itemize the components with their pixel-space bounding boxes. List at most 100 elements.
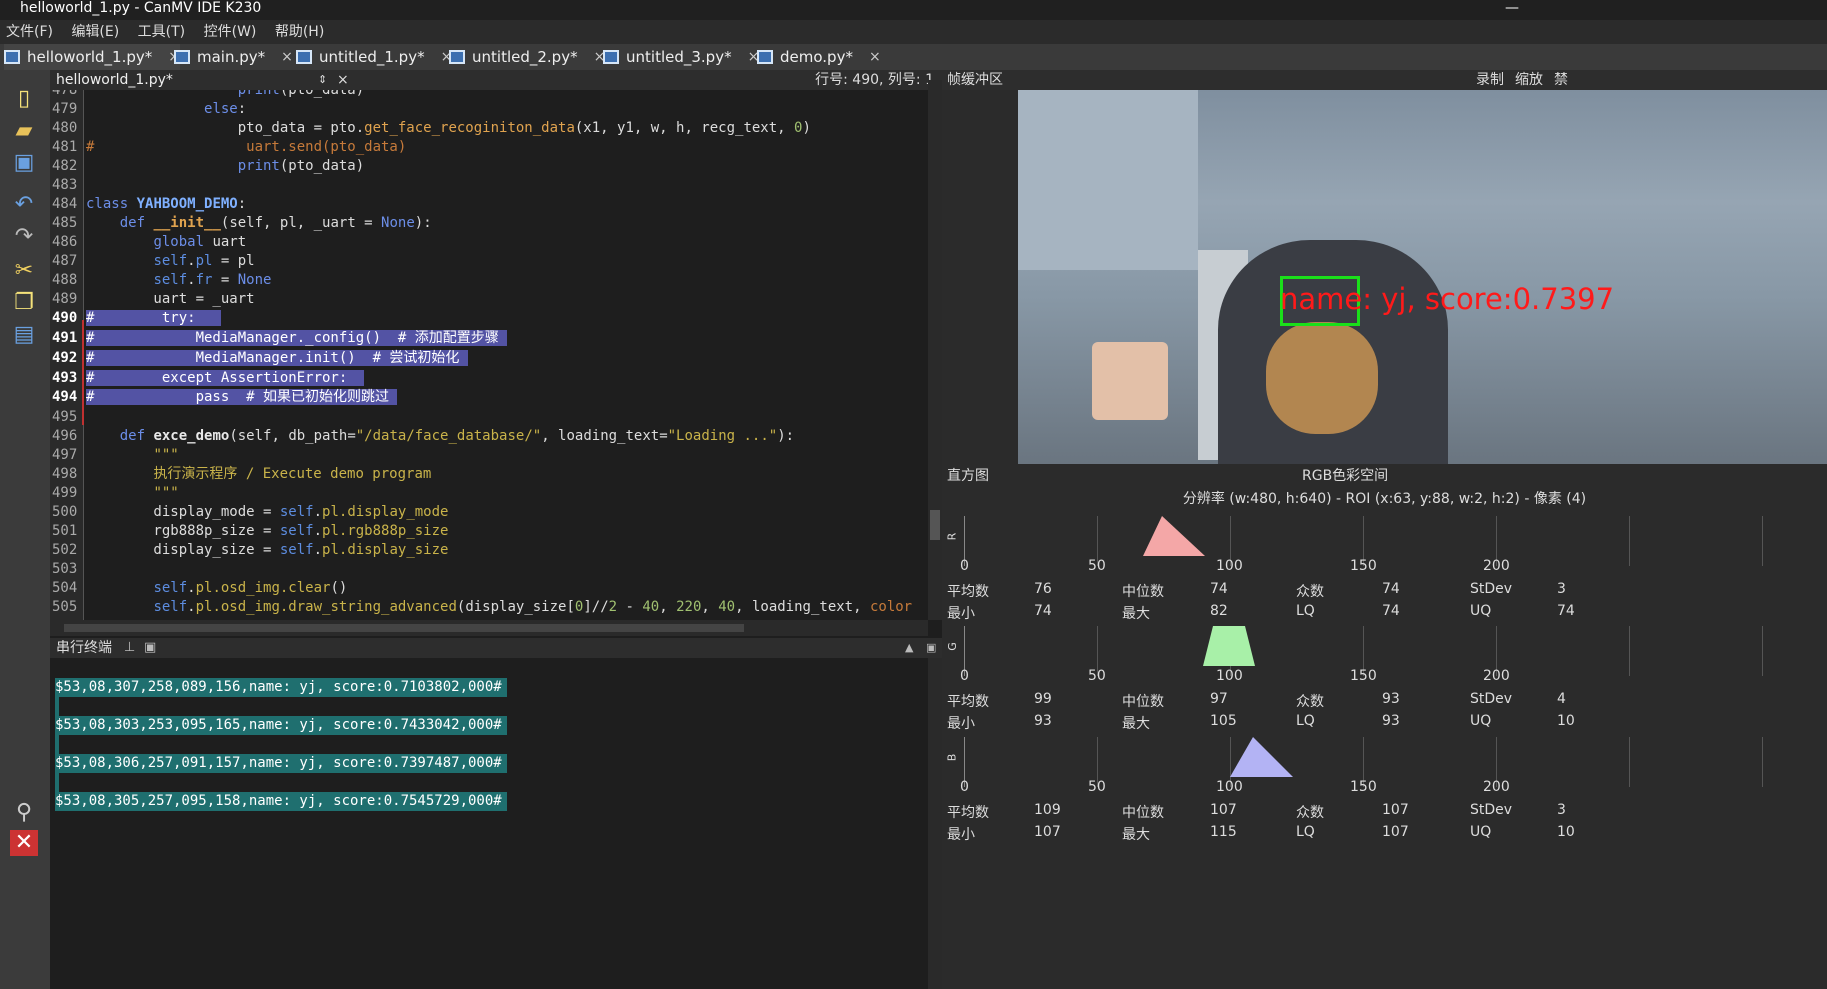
g-mode: 93 — [1382, 691, 1400, 707]
tab-helloworld[interactable]: helloworld_1.py*× — [4, 44, 180, 70]
close-tab-icon[interactable]: × — [281, 44, 293, 70]
tick-label: 50 — [1088, 668, 1106, 684]
tab-untitled-3[interactable]: untitled_3.py* × — [603, 44, 759, 70]
code-editor[interactable]: 478 print(pto_data) 479 else: 480 pto_da… — [50, 90, 942, 620]
bear-face-sticker — [1266, 322, 1378, 434]
stat-label: StDev — [1470, 691, 1513, 707]
terminal-title: 串行终端 — [56, 640, 112, 656]
b-mean: 109 — [1034, 802, 1061, 818]
python-file-icon — [174, 50, 190, 64]
undo-icon[interactable]: ↶ — [10, 192, 38, 218]
stat-label: 平均数 — [947, 694, 989, 710]
menu-help[interactable]: 帮助(H) — [275, 24, 324, 40]
tab-untitled-2[interactable]: untitled_2.py* × — [449, 44, 605, 70]
save-log-icon[interactable]: ▣ — [144, 638, 156, 658]
code-line-selected: 490 # try: — [52, 310, 221, 326]
tab-label: demo.py* — [780, 48, 853, 66]
code-line-selected: 494 # pass # 如果已初始化则跳过 — [52, 389, 398, 405]
disable-button[interactable]: 禁 — [1554, 70, 1568, 90]
menu-tools[interactable]: 工具(T) — [138, 24, 185, 40]
close-editor-icon[interactable]: × — [337, 70, 349, 90]
scroll-thumb[interactable] — [930, 510, 940, 540]
code-line: 503 — [52, 561, 78, 577]
menu-file[interactable]: 文件(F) — [6, 24, 53, 40]
python-file-icon — [603, 50, 619, 64]
b-lq: 107 — [1382, 824, 1409, 840]
cursor-position: 行号: 490, 列号: 1 — [815, 72, 934, 88]
record-button[interactable]: 录制 — [1476, 70, 1504, 90]
new-file-icon[interactable]: ▯ — [10, 86, 38, 112]
tick-label: 0 — [960, 558, 969, 574]
tab-main[interactable]: main.py* × — [174, 44, 293, 70]
cut-icon[interactable]: ✂ — [10, 258, 38, 284]
tick-label: 200 — [1483, 558, 1510, 574]
code-line: 487 self.pl = pl — [52, 253, 255, 269]
python-file-icon — [757, 50, 773, 64]
terminal-line: $53,08,307,258,089,156,name: yj, score:0… — [55, 678, 507, 697]
editor-vertical-scrollbar[interactable] — [928, 80, 942, 620]
paste-icon[interactable]: ▤ — [10, 322, 38, 348]
tick-label: 100 — [1216, 668, 1243, 684]
stat-label: 最小 — [947, 716, 975, 732]
collapse-icon[interactable]: ▲ — [905, 638, 913, 658]
terminal-gap — [55, 697, 59, 716]
color-space-select[interactable]: RGB色彩空间 — [1302, 466, 1388, 486]
terminal-scrollbar[interactable] — [928, 658, 942, 989]
close-tab-icon[interactable]: × — [869, 44, 881, 70]
histogram-header: 直方图 RGB色彩空间 — [942, 466, 1827, 486]
menu-widgets[interactable]: 控件(W) — [204, 24, 257, 40]
b-max: 115 — [1210, 824, 1237, 840]
g-max: 105 — [1210, 713, 1237, 729]
maximize-icon[interactable]: ▣ — [926, 638, 936, 658]
code-line: 481 # uart.send(pto_data) — [52, 139, 407, 155]
stop-icon[interactable]: ✕ — [10, 830, 38, 856]
stat-label: 众数 — [1296, 584, 1324, 600]
r-mean: 76 — [1034, 581, 1052, 597]
g-axis-label: G — [945, 642, 959, 651]
tab-untitled-1[interactable]: untitled_1.py* × — [296, 44, 452, 70]
g-histogram-bars — [1203, 626, 1255, 666]
tick-label: 100 — [1216, 779, 1243, 795]
b-min: 107 — [1034, 824, 1061, 840]
stat-label: UQ — [1470, 824, 1492, 840]
r-stdev: 3 — [1557, 581, 1566, 597]
stat-label: LQ — [1296, 824, 1315, 840]
code-line: 480 pto_data = pto.get_face_recoginiton_… — [52, 120, 811, 136]
tab-label: untitled_3.py* — [626, 48, 732, 66]
menu-bar: 文件(F) 编辑(E) 工具(T) 控件(W) 帮助(H) — [0, 20, 1827, 44]
terminal-line: $53,08,306,257,091,157,name: yj, score:0… — [55, 754, 507, 773]
open-folder-icon[interactable]: ▰ — [10, 118, 38, 144]
minimize-button[interactable]: — — [1505, 0, 1519, 16]
g-lq: 93 — [1382, 713, 1400, 729]
editor-horizontal-scrollbar[interactable] — [50, 620, 928, 636]
redo-icon[interactable]: ↷ — [10, 224, 38, 250]
editor-filename[interactable]: helloworld_1.py* — [56, 70, 173, 90]
tick-label: 50 — [1088, 779, 1106, 795]
connect-icon[interactable]: ⚲ — [10, 800, 38, 826]
tab-demo[interactable]: demo.py* × — [757, 44, 881, 70]
r-histogram-bars — [1143, 516, 1205, 556]
stat-label: 平均数 — [947, 805, 989, 821]
g-mean: 99 — [1034, 691, 1052, 707]
zoom-button[interactable]: 缩放 — [1515, 70, 1543, 90]
scroll-thumb[interactable] — [64, 624, 744, 632]
file-switch-icon[interactable]: ⇕ — [318, 70, 327, 90]
window-title: helloworld_1.py - CanMV IDE K230 — [20, 0, 262, 16]
stat-label: 最小 — [947, 827, 975, 843]
r-uq: 74 — [1557, 603, 1575, 619]
stat-label: LQ — [1296, 713, 1315, 729]
stat-label: 平均数 — [947, 584, 989, 600]
histogram-title: 直方图 — [947, 468, 989, 484]
menu-edit[interactable]: 编辑(E) — [71, 24, 119, 40]
copy-icon[interactable]: ❐ — [10, 290, 38, 316]
code-line: 505 self.pl.osd_img.draw_string_advanced… — [52, 599, 913, 615]
clear-terminal-icon[interactable]: ⊥ — [124, 638, 135, 658]
save-icon[interactable]: ▣ — [10, 150, 38, 176]
g-median: 97 — [1210, 691, 1228, 707]
framebuffer-header: 帧缓冲区 录制 缩放 禁 — [942, 70, 1827, 90]
stat-label: 中位数 — [1122, 805, 1164, 821]
code-line: 496 def exce_demo(self, db_path="/data/f… — [52, 428, 795, 444]
serial-terminal[interactable]: $53,08,307,258,089,156,name: yj, score:0… — [50, 658, 928, 989]
r-mode: 74 — [1382, 581, 1400, 597]
g-min: 93 — [1034, 713, 1052, 729]
